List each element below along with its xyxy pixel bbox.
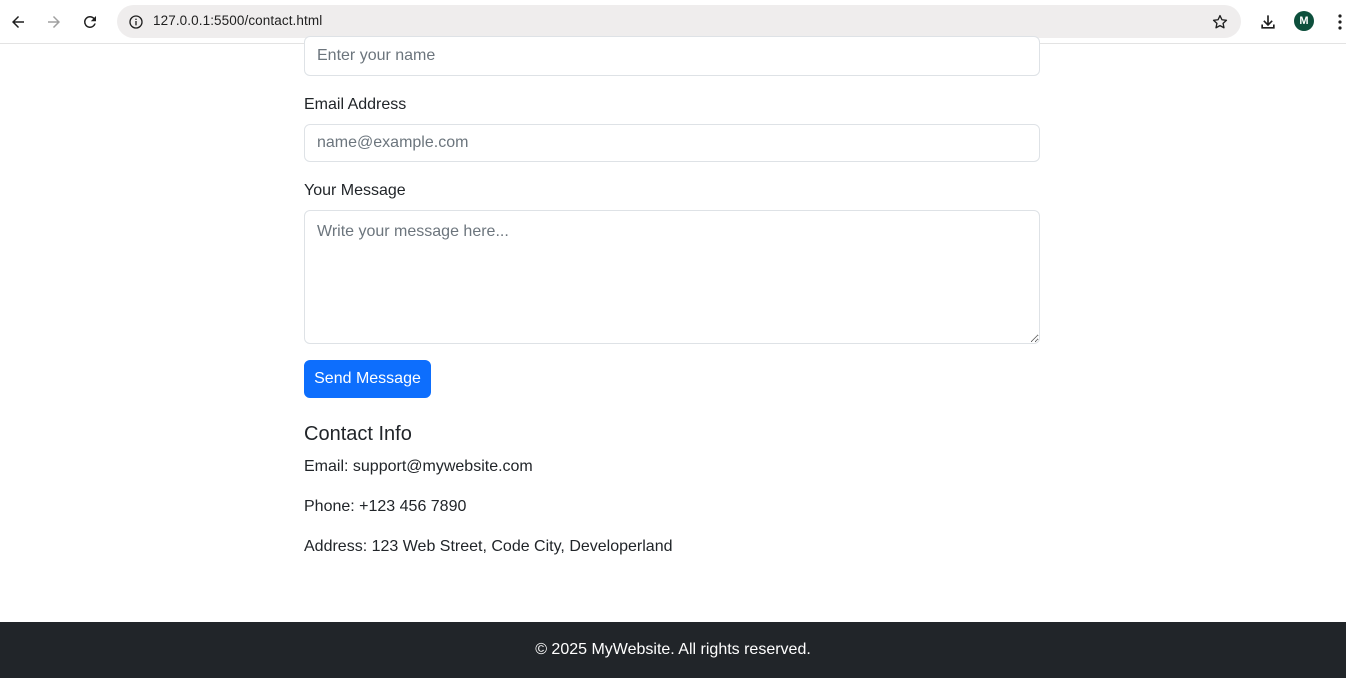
address-bar[interactable]: 127.0.0.1:5500/contact.html: [117, 5, 1241, 38]
page-footer: © 2025 MyWebsite. All rights reserved.: [0, 622, 1346, 678]
email-label: Email Address: [304, 96, 407, 113]
site-info-button[interactable]: [123, 9, 148, 34]
message-textarea[interactable]: [304, 210, 1040, 344]
browser-menu-button[interactable]: [1330, 11, 1346, 33]
name-input[interactable]: [304, 36, 1040, 76]
kebab-menu-icon: [1338, 14, 1342, 30]
forward-arrow-icon: [48, 16, 60, 28]
message-label: Your Message: [304, 182, 406, 199]
reload-button[interactable]: [76, 8, 104, 36]
send-message-button[interactable]: Send Message: [304, 360, 431, 398]
contact-email: Email: support@mywebsite.com: [304, 458, 533, 475]
download-icon: [1261, 15, 1275, 29]
downloads-button[interactable]: [1256, 10, 1280, 34]
contact-phone: Phone: +123 456 7890: [304, 498, 467, 515]
info-circle-icon: [128, 14, 143, 29]
profile-avatar[interactable]: M: [1294, 11, 1314, 31]
contact-info-heading: Contact Info: [304, 423, 412, 445]
bookmark-button[interactable]: [1209, 11, 1231, 33]
email-input[interactable]: [304, 124, 1040, 162]
url-text[interactable]: 127.0.0.1:5500/contact.html: [153, 13, 322, 28]
reload-icon: [83, 15, 96, 28]
back-arrow-icon: [12, 16, 24, 28]
star-icon: [1212, 14, 1228, 29]
back-button[interactable]: [4, 8, 32, 36]
forward-button[interactable]: [40, 8, 68, 36]
footer-copyright: © 2025 MyWebsite. All rights reserved.: [535, 641, 811, 658]
contact-address: Address: 123 Web Street, Code City, Deve…: [304, 538, 673, 555]
